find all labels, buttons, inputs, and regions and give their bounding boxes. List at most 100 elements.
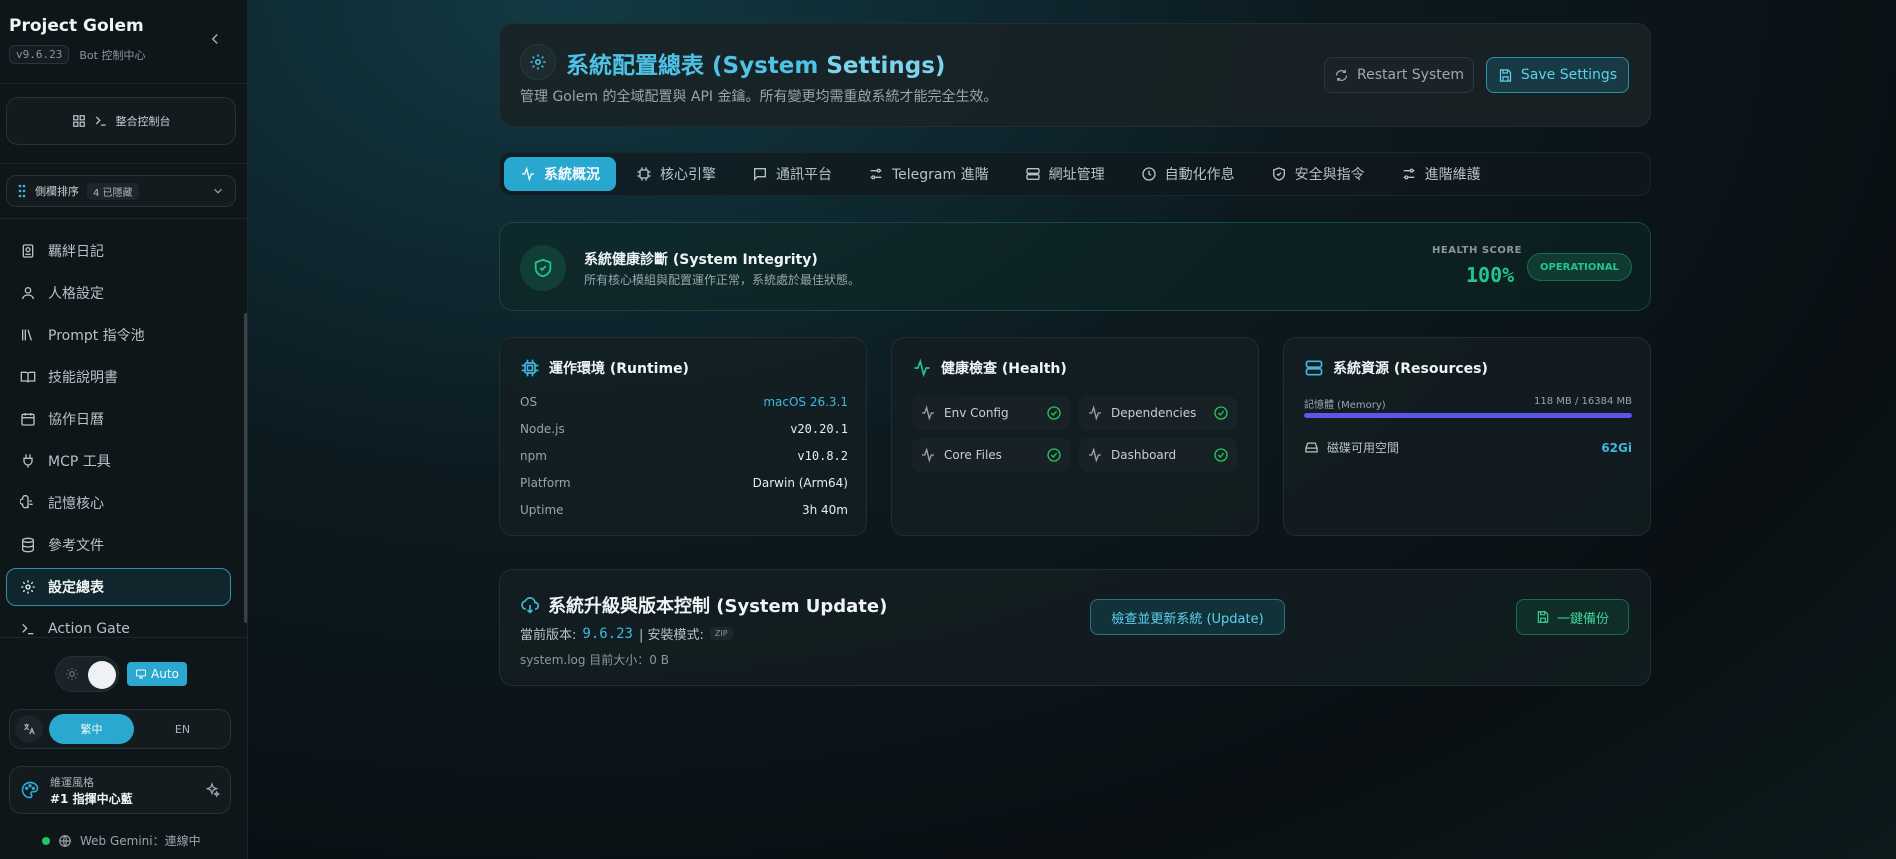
resources-header: 系統資源 (Resources) (1304, 358, 1488, 378)
sidebar-item-label: 羈絆日記 (48, 244, 104, 260)
sidebar-item-persona[interactable]: 人格設定 (6, 274, 231, 312)
gear-icon (21, 580, 35, 594)
page-description: 管理 Golem 的全域配置與 API 金鑰。所有變更均需重啟系統才能完全生效。 (520, 89, 998, 105)
sidebar-divider (0, 163, 248, 164)
sidebar-item-label: Action Gate (48, 621, 130, 637)
sidebar-item-action-gate[interactable]: Action Gate (6, 610, 231, 648)
book-icon (20, 371, 36, 383)
backup-button[interactable]: 一鍵備份 (1516, 599, 1629, 635)
sidebar-item-calendar[interactable]: 協作日曆 (6, 400, 231, 438)
sidebar-divider (0, 218, 248, 219)
shield-check-icon (1272, 167, 1285, 181)
disk-value: 62Gi (1601, 440, 1632, 455)
runtime-value: 3h 40m (801, 503, 848, 517)
runtime-value: v20.20.1 (790, 422, 848, 436)
lang-zh-button[interactable]: 繁中 (49, 714, 134, 744)
palette-icon (21, 781, 39, 799)
check-item-dependencies: Dependencies (1079, 396, 1237, 430)
sidebar-item-mcp[interactable]: MCP 工具 (6, 442, 231, 480)
style-label: 維運風格 (50, 775, 94, 789)
resources-panel: 系統資源 (Resources) 記憶體 (Memory) 118 MB / 1… (1283, 337, 1651, 536)
memory-progress-fill (1304, 413, 1632, 418)
current-version-label: 當前版本: (520, 628, 577, 643)
version-badge: v9.6.23 (9, 45, 70, 64)
memory-row: 記憶體 (Memory) 118 MB / 16384 MB (1304, 396, 1632, 411)
tab-security[interactable]: 安全與指令 (1255, 157, 1381, 191)
sidebar: Project Golem v9.6.23 Bot 控制中心 整合控制台 側欄排… (0, 0, 248, 859)
order-label: 側欄排序 (35, 185, 79, 198)
runtime-row: npm v10.8.2 (520, 449, 848, 463)
sidebar-item-diary[interactable]: 羈絆日記 (6, 232, 231, 270)
install-mode-label: | 安裝模式: (638, 628, 704, 643)
tab-overview[interactable]: 系統概況 (504, 157, 616, 191)
check-circle-icon (1047, 448, 1061, 462)
sidebar-order-dropdown[interactable]: 側欄排序 4 已隱藏 (6, 175, 236, 207)
hidden-count-badge: 4 已隱藏 (87, 182, 139, 200)
plug-icon (23, 454, 33, 468)
theme-toggle[interactable] (55, 656, 119, 692)
save-label: Save Settings (1520, 67, 1618, 83)
console-label: 整合控制台 (115, 115, 171, 128)
runtime-row: Uptime 3h 40m (520, 503, 848, 517)
runtime-row: Platform Darwin (Arm64) (520, 476, 848, 490)
version-info: 當前版本: 9.6.23 | 安裝模式: ZIP (520, 624, 733, 643)
clock-icon (1141, 167, 1156, 181)
tab-label: 網址管理 (1048, 167, 1105, 183)
check-update-button[interactable]: 檢查並更新系統 (Update) (1090, 599, 1285, 635)
check-label: Env Config (944, 406, 1009, 420)
style-selector[interactable]: 維運風格 #1 指揮中心藍 (9, 766, 231, 814)
update-title: 系統升級與版本控制 (System Update) (548, 596, 888, 617)
runtime-value: v10.8.2 (797, 449, 848, 463)
disk-row: 磁碟可用空間 62Gi (1304, 439, 1632, 456)
save-settings-button[interactable]: Save Settings (1486, 57, 1629, 93)
tab-url-management[interactable]: 網址管理 (1009, 157, 1121, 191)
style-text: 維運風格 #1 指揮中心藍 (50, 774, 133, 807)
save-icon (1499, 68, 1511, 82)
check-item-core-files: Core Files (912, 438, 1070, 472)
restart-system-button[interactable]: Restart System (1324, 57, 1474, 93)
tab-telegram[interactable]: Telegram 進階 (852, 157, 1005, 191)
page-title-main: 系統配置總表 (System (566, 53, 827, 79)
runtime-value: macOS 26.3.1 (763, 395, 848, 409)
sidebar-item-label: MCP 工具 (48, 454, 111, 470)
sidebar-item-memory[interactable]: 記憶核心 (6, 484, 231, 522)
sidebar-item-label: Prompt 指令池 (48, 328, 145, 344)
runtime-value: Darwin (Arm64) (752, 476, 848, 490)
runtime-key: Uptime (520, 503, 564, 517)
database-icon (22, 537, 34, 553)
sidebar-scrollbar[interactable] (244, 313, 247, 623)
theme-auto-button[interactable]: Auto (127, 662, 187, 686)
sidebar-item-prompts[interactable]: Prompt 指令池 (6, 316, 231, 354)
tab-label: 通訊平台 (776, 167, 832, 183)
tab-automation[interactable]: 自動化作息 (1125, 157, 1251, 191)
sidebar-item-settings[interactable]: 設定總表 (6, 568, 231, 606)
runtime-header: 運作環境 (Runtime) (520, 358, 689, 378)
check-circle-icon (1214, 448, 1228, 462)
system-update-panel: 系統升級與版本控制 (System Update) 當前版本: 9.6.23 |… (499, 569, 1651, 686)
check-circle-icon (1214, 406, 1228, 420)
tab-maintenance[interactable]: 進階維護 (1385, 157, 1497, 191)
memory-progress-bar (1304, 413, 1632, 418)
health-score-label: HEALTH SCORE (1432, 245, 1522, 256)
sidebar-item-skills[interactable]: 技能說明書 (6, 358, 231, 396)
health-score-value: 100% (1466, 263, 1515, 287)
integrity-title: 系統健康診斷 (System Integrity) (584, 252, 818, 268)
sidebar-item-label: 技能說明書 (48, 370, 118, 386)
chevron-left-icon[interactable] (206, 30, 224, 48)
globe-icon (59, 834, 71, 847)
app-subtitle: v9.6.23 Bot 控制中心 (9, 45, 145, 64)
page-title: 系統配置總表 (System Settings) (566, 46, 945, 80)
pulse-icon (922, 447, 934, 463)
user-icon (22, 287, 34, 300)
status-dot (42, 836, 50, 845)
tab-core-engine[interactable]: 核心引擎 (620, 157, 732, 191)
sidebar-item-docs[interactable]: 參考文件 (6, 526, 231, 564)
console-button[interactable]: 整合控制台 (6, 97, 236, 145)
sidebar-nav: 羈絆日記 人格設定 Prompt 指令池 技能說明書 協作日曆 MCP 工具 記… (6, 232, 231, 652)
check-item-env-config: Env Config (912, 396, 1070, 430)
tab-messaging[interactable]: 通訊平台 (736, 157, 848, 191)
runtime-title: 運作環境 (Runtime) (549, 361, 689, 377)
check-label: Dependencies (1111, 406, 1197, 420)
sidebar-item-label: 協作日曆 (48, 412, 104, 428)
lang-en-button[interactable]: EN (140, 716, 225, 743)
